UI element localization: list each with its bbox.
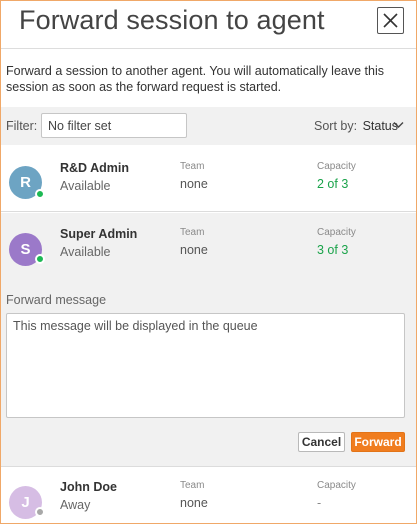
- forward-message-label: Forward message: [6, 293, 107, 307]
- agent-row-selected[interactable]: S Super Admin Available Team none Capaci…: [1, 213, 416, 279]
- sort-dropdown[interactable]: Sort by: Status: [314, 119, 404, 133]
- forward-button[interactable]: Forward: [351, 432, 405, 452]
- forward-session-dialog: Forward session to agent Forward a sessi…: [0, 0, 417, 524]
- team-label: Team: [180, 227, 205, 238]
- forward-message-textarea[interactable]: [6, 313, 405, 418]
- status-indicator: [35, 189, 45, 199]
- dialog-title: Forward session to agent: [19, 5, 325, 35]
- dialog-intro-text: Forward a session to another agent. You …: [6, 64, 384, 94]
- team-label: Team: [180, 161, 205, 172]
- agent-status: Available: [60, 245, 111, 259]
- team-value: none: [180, 496, 208, 510]
- capacity-value: 2 of 3: [317, 177, 349, 191]
- close-icon: [383, 13, 398, 28]
- forward-message-panel: Forward message Cancel Forward: [1, 279, 416, 466]
- sort-label: Sort by:: [314, 119, 358, 133]
- chevron-down-icon: [393, 122, 404, 128]
- cancel-button[interactable]: Cancel: [298, 432, 345, 452]
- agent-row[interactable]: R R&D Admin Available Team none Capacity…: [1, 146, 416, 212]
- filter-label: Filter:: [6, 119, 38, 133]
- agent-name: Super Admin: [60, 227, 138, 241]
- status-indicator: [35, 507, 45, 517]
- capacity-value: -: [317, 496, 322, 510]
- filter-bar: Filter: Sort by: Status: [1, 107, 416, 145]
- agent-name: John Doe: [60, 480, 117, 494]
- capacity-label: Capacity: [317, 480, 356, 491]
- team-value: none: [180, 243, 208, 257]
- capacity-label: Capacity: [317, 227, 356, 238]
- capacity-value: 3 of 3: [317, 243, 349, 257]
- agent-status: Available: [60, 179, 111, 193]
- close-button[interactable]: [377, 7, 404, 34]
- capacity-label: Capacity: [317, 161, 356, 172]
- team-label: Team: [180, 480, 205, 491]
- agent-row[interactable]: J John Doe Away Team none Capacity -: [1, 466, 416, 523]
- filter-input[interactable]: [41, 113, 187, 138]
- agent-status: Away: [60, 498, 91, 512]
- agent-name: R&D Admin: [60, 161, 129, 175]
- dialog-header: Forward session to agent: [1, 1, 416, 49]
- status-indicator: [35, 254, 45, 264]
- team-value: none: [180, 177, 208, 191]
